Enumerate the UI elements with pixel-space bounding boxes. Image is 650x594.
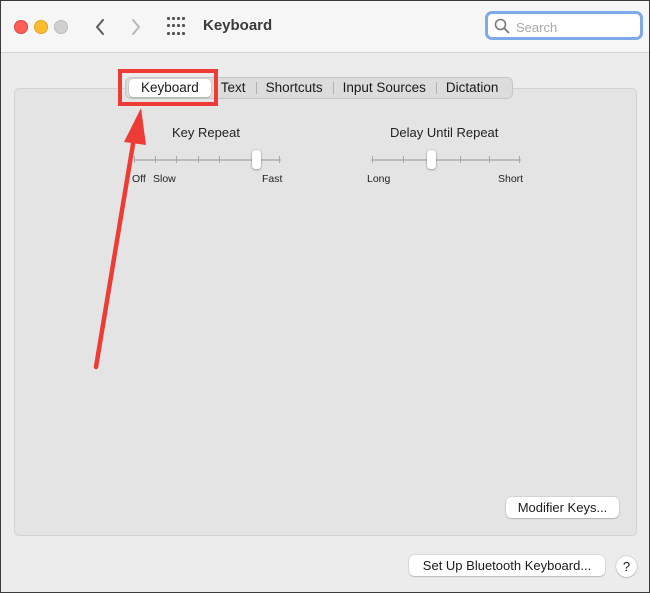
keyboard-preferences-window: Keyboard Keyboard Text Shortcuts Input S… <box>0 0 650 593</box>
annotation-arrow-icon <box>93 108 146 370</box>
